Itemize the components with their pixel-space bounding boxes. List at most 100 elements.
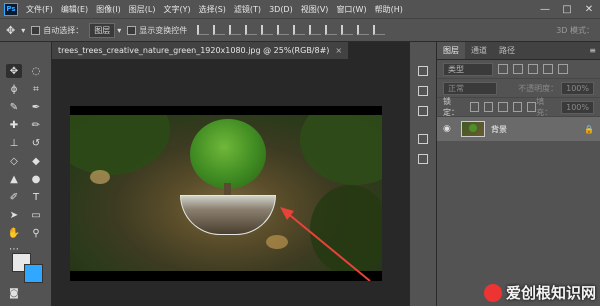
lock-image-icon[interactable] <box>484 102 494 112</box>
align-icon[interactable] <box>261 25 274 35</box>
close-button[interactable]: ✕ <box>578 4 600 15</box>
align-icon[interactable] <box>277 25 290 35</box>
lasso-tool-icon[interactable]: ϕ <box>6 82 22 96</box>
tab-paths[interactable]: 路径 <box>493 42 521 59</box>
align-icon[interactable] <box>213 25 226 35</box>
lock-all-icon[interactable] <box>526 102 537 112</box>
lock-position-icon[interactable] <box>498 102 508 112</box>
adjustment-filter-icon[interactable] <box>513 64 523 74</box>
quick-select-tool-icon[interactable]: ✎ <box>6 100 22 114</box>
brush-tool-icon[interactable]: ✏ <box>28 118 44 132</box>
menu-type[interactable]: 文字(Y) <box>163 4 190 15</box>
distribute-icon[interactable] <box>309 25 322 35</box>
fill-input[interactable]: 100% <box>561 100 594 114</box>
menu-filter[interactable]: 滤镜(T) <box>234 4 261 15</box>
show-transform-label: 显示变换控件 <box>139 25 188 35</box>
panel-menu-icon[interactable]: ≡ <box>589 46 596 55</box>
watermark-text: 爱创根知识网 <box>505 284 596 302</box>
brush-settings-icon[interactable] <box>418 134 428 144</box>
eraser-tool-icon[interactable]: ◇ <box>6 154 22 168</box>
mode-3d-label: 3D 模式： <box>556 25 594 35</box>
photoshop-logo: Ps <box>4 2 18 16</box>
menu-select[interactable]: 选择(S) <box>199 4 226 15</box>
crop-tool-icon[interactable]: ⌗ <box>28 82 44 96</box>
kind-label: 类型 <box>448 64 464 74</box>
menu-layer[interactable]: 图层(L) <box>129 4 156 15</box>
layer-name: 背景 <box>491 124 507 134</box>
show-transform-checkbox[interactable]: 显示变换控件 <box>127 25 187 36</box>
path-select-icon[interactable]: ➤ <box>6 208 22 222</box>
maximize-button[interactable]: □ <box>556 4 578 15</box>
tool-preset-dropdown-icon[interactable]: ▾ <box>21 26 25 35</box>
distribute-icon[interactable] <box>341 25 354 35</box>
layers-panel: 图层 通道 路径 ≡ 类型 正常 不透明度： 100% 锁定： 填充： 100%… <box>437 42 600 306</box>
visibility-eye-icon[interactable]: ◉ <box>443 124 453 134</box>
type-tool-icon[interactable]: T <box>28 190 44 204</box>
annotation-arrow-line <box>285 211 371 281</box>
move-tool-icon[interactable]: ✥ <box>6 64 22 78</box>
menu-help[interactable]: 帮助(H) <box>375 4 403 15</box>
image-canvas[interactable] <box>70 106 382 281</box>
chevron-down-icon: ▾ <box>117 25 122 35</box>
menu-view[interactable]: 视图(V) <box>301 4 329 15</box>
document-title: trees_trees_creative_nature_green_1920x1… <box>58 46 330 55</box>
menu-window[interactable]: 窗口(W) <box>336 4 366 15</box>
pen-tool-icon[interactable]: ✐ <box>6 190 22 204</box>
document-tab[interactable]: trees_trees_creative_nature_green_1920x1… <box>52 42 350 59</box>
zoom-tool-icon[interactable]: ⚲ <box>28 226 44 240</box>
hand-tool-icon[interactable]: ✋ <box>6 226 22 240</box>
auto-select-checkbox[interactable]: 自动选择： <box>31 25 83 36</box>
watermark: 爱创根知识网 <box>483 282 596 303</box>
distribute-icon[interactable] <box>325 25 338 35</box>
auto-select-target-dropdown[interactable]: 图层 <box>89 22 116 38</box>
blur-tool-icon[interactable]: ▲ <box>6 172 22 186</box>
layer-row[interactable]: ◉ 背景 🔒 <box>437 117 600 141</box>
history-panel-icon[interactable] <box>418 66 428 76</box>
menu-image[interactable]: 图像(I) <box>96 4 121 15</box>
move-tool-icon[interactable]: ✥ <box>6 24 15 37</box>
checkbox-icon <box>127 25 137 35</box>
opacity-input[interactable]: 100% <box>561 81 594 95</box>
annotation-svg <box>280 207 371 281</box>
clone-stamp-icon[interactable]: ⊥ <box>6 136 22 150</box>
dodge-tool-icon[interactable]: ● <box>28 172 44 186</box>
distribute-icon[interactable] <box>373 25 386 35</box>
background-color-swatch[interactable] <box>24 264 43 283</box>
kind-filter-dropdown[interactable]: 类型 <box>443 62 493 76</box>
history-brush-icon[interactable]: ↺ <box>28 136 44 150</box>
layer-thumbnail <box>461 121 485 137</box>
distribute-icon[interactable] <box>293 25 306 35</box>
marquee-tool-icon[interactable]: ◌ <box>28 64 44 78</box>
quick-mask-icon[interactable]: ◙ <box>6 286 22 300</box>
blend-mode-dropdown[interactable]: 正常 <box>443 81 497 95</box>
window-controls: — □ ✕ <box>534 4 600 15</box>
shape-filter-icon[interactable] <box>543 64 553 74</box>
adjustments-panel-icon[interactable] <box>418 154 428 164</box>
menu-3d[interactable]: 3D(D) <box>269 5 293 14</box>
checkbox-icon <box>31 25 41 35</box>
shape-tool-icon[interactable]: ▭ <box>28 208 44 222</box>
align-icon[interactable] <box>245 25 258 35</box>
tab-channels[interactable]: 通道 <box>465 42 493 59</box>
eyedropper-tool-icon[interactable]: ✒ <box>28 100 44 114</box>
distribute-icon[interactable] <box>357 25 370 35</box>
libraries-panel-icon[interactable] <box>418 106 428 116</box>
fill-label: 填充： <box>536 97 553 117</box>
lock-transparent-icon[interactable] <box>469 102 480 112</box>
menu-edit[interactable]: 编辑(E) <box>61 4 88 15</box>
options-bar: ✥ ▾ 自动选择： 图层 ▾ 显示变换控件 3D 模式： <box>0 18 600 42</box>
align-icon[interactable] <box>229 25 242 35</box>
healing-brush-icon[interactable]: ✚ <box>6 118 22 132</box>
lock-icon: 🔒 <box>584 124 594 134</box>
tab-layers[interactable]: 图层 <box>437 42 465 59</box>
minimize-button[interactable]: — <box>534 4 556 15</box>
close-tab-icon[interactable]: × <box>335 46 342 55</box>
menu-file[interactable]: 文件(F) <box>26 4 53 15</box>
pixel-filter-icon[interactable] <box>498 64 508 74</box>
properties-panel-icon[interactable] <box>418 86 428 96</box>
smart-object-filter-icon[interactable] <box>558 64 568 74</box>
align-icon[interactable] <box>197 25 210 35</box>
lock-artboard-icon[interactable] <box>512 102 522 112</box>
paint-bucket-icon[interactable]: ◆ <box>28 154 44 168</box>
type-filter-icon[interactable] <box>528 64 538 74</box>
